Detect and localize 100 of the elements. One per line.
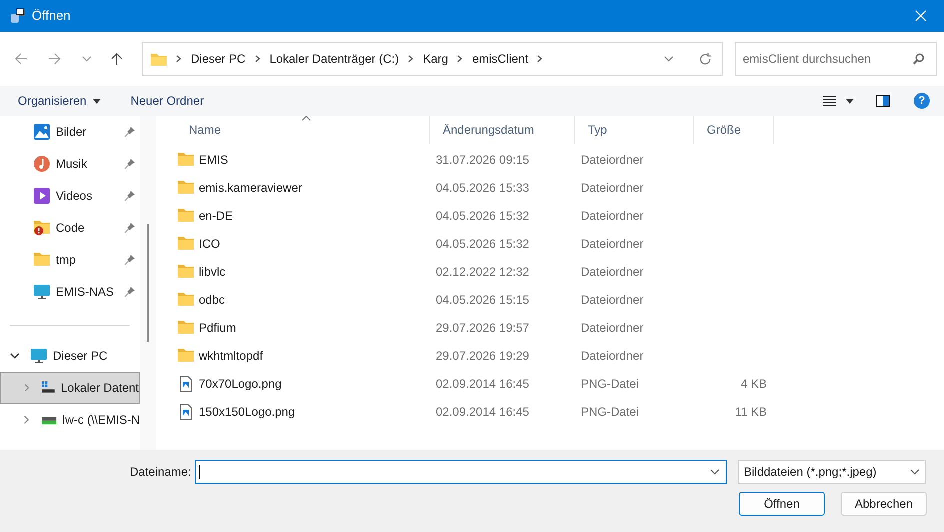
table-cell-text: Dateiordner [580, 293, 644, 307]
caret-icon [92, 98, 101, 104]
tree-item[interactable]: Dieser PC [53, 347, 108, 365]
tree-item-highlight[interactable]: Lokaler Datent [0, 372, 140, 404]
file-name[interactable]: odbc [199, 291, 226, 309]
sidebar-item[interactable]: tmp [56, 251, 124, 269]
music-note-icon [34, 156, 50, 172]
table-cell-text: 11 KB [735, 404, 767, 421]
pin-icon[interactable] [124, 222, 136, 234]
chevron-right-icon[interactable] [537, 55, 544, 63]
folder-icon [151, 52, 167, 66]
table-cell-text: 02.12.2022 12:32 [435, 265, 530, 279]
folder-icon [178, 208, 194, 224]
video-icon [34, 188, 50, 204]
tree-item[interactable]: lw-c (\\EMIS-N [62, 411, 140, 429]
drive-icon [42, 380, 55, 396]
window-title: Öffnen [32, 7, 71, 26]
sidebar-item[interactable]: Bilder [56, 123, 124, 141]
caret-icon[interactable] [846, 98, 854, 104]
sort-up-icon [302, 116, 311, 121]
pin-icon[interactable] [124, 158, 136, 170]
chevron-right-icon[interactable] [176, 55, 182, 63]
folder-icon [178, 152, 194, 168]
preview-pane-icon[interactable] [876, 95, 890, 107]
table-cell-text: Dateiordner [580, 349, 644, 363]
text-cursor [199, 465, 200, 479]
file-name[interactable]: en-DE [199, 207, 234, 225]
file-name[interactable]: emis.kameraviewer [199, 179, 302, 197]
picture-icon [34, 124, 50, 140]
pin-icon[interactable] [124, 254, 136, 266]
file-name[interactable]: Pdfium [199, 319, 236, 337]
cancel-button[interactable]: Abbrechen [841, 492, 927, 516]
tree-item[interactable]: Lokaler Datent [60, 379, 139, 397]
view-list-icon[interactable] [823, 96, 836, 106]
column-header[interactable]: Name [176, 116, 430, 144]
file-name[interactable]: 150x150Logo.png [199, 403, 296, 421]
filename-field[interactable] [195, 460, 727, 484]
column-header[interactable]: Größe [694, 116, 774, 144]
forward-icon[interactable] [48, 52, 62, 66]
folder-icon [178, 320, 194, 336]
pin-icon[interactable] [124, 190, 136, 202]
sidebar-item[interactable]: Videos [56, 187, 124, 205]
file-name[interactable]: 70x70Logo.png [199, 375, 282, 393]
table-cell-text: 4 KB [740, 376, 767, 393]
search-icon [913, 53, 925, 65]
breadcrumb[interactable]: Lokaler Datenträger (C:) [270, 50, 400, 68]
table-cell-text: Dateiordner [580, 209, 644, 223]
image-file-icon [178, 376, 194, 392]
folder-icon [178, 236, 194, 252]
table-cell-text: 02.09.2014 16:45 [435, 405, 530, 419]
folder-warning-icon [34, 220, 50, 236]
table-cell-text: Dateiordner [580, 265, 644, 279]
chevron-right-icon[interactable] [408, 55, 414, 63]
breadcrumb[interactable]: Karg [423, 50, 448, 68]
address-bar[interactable]: Dieser PC Lokaler Datenträger (C:) Karg emisClient [142, 42, 723, 76]
pin-icon[interactable] [124, 286, 136, 298]
folder-icon [178, 264, 194, 280]
close-icon [915, 10, 927, 22]
table-cell-text: PNG-Datei [580, 377, 640, 391]
chevron-right-icon[interactable] [457, 55, 464, 63]
file-name[interactable]: libvlc [199, 263, 226, 281]
table-cell-text: 29.07.2026 19:29 [435, 349, 530, 363]
file-name[interactable]: wkhtmltopdf [199, 347, 264, 365]
organize-button[interactable]: Organisieren [18, 92, 101, 110]
file-name[interactable]: EMIS [199, 151, 228, 169]
new-folder-button[interactable]: Neuer Ordner [130, 92, 204, 110]
folder-icon [178, 348, 194, 364]
table-cell-text: Dateiordner [580, 237, 644, 251]
help-button[interactable]: ? [914, 93, 930, 109]
pin-icon[interactable] [124, 126, 136, 138]
chevron-down-icon [910, 467, 920, 477]
table-cell-text: Dateiordner [580, 181, 644, 195]
column-header[interactable]: Änderungsdatum [430, 116, 575, 144]
refresh-icon[interactable] [699, 52, 712, 66]
sidebar-item[interactable]: EMIS-NAS [56, 283, 124, 301]
table-cell-text: 31.07.2026 09:15 [435, 153, 530, 167]
search-field[interactable]: emisClient durchsuchen [735, 42, 937, 76]
folder-icon [178, 292, 194, 308]
table-cell-text: 29.07.2026 19:57 [435, 321, 530, 335]
table-cell-text: Dateiordner [580, 321, 644, 335]
table-cell-text: 04.05.2026 15:15 [435, 293, 530, 307]
back-icon[interactable] [14, 52, 28, 66]
file-type-dropdown[interactable]: Bilddateien (*.png;*.jpeg) [738, 460, 926, 484]
chevron-down-icon[interactable] [10, 351, 20, 361]
chevron-right-icon[interactable] [254, 55, 261, 63]
up-icon[interactable] [110, 52, 124, 66]
folder-icon [34, 252, 50, 268]
breadcrumb[interactable]: emisClient [472, 50, 528, 68]
filename-label: Dateiname: [130, 464, 192, 481]
open-button[interactable]: Öffnen [739, 492, 825, 516]
breadcrumb[interactable]: Dieser PC [191, 50, 246, 68]
sidebar-item[interactable]: Musik [56, 155, 124, 173]
scrollbar[interactable] [140, 116, 156, 450]
file-name[interactable]: ICO [199, 235, 220, 253]
sidebar-item[interactable]: Code [56, 219, 124, 237]
image-file-icon [178, 404, 194, 420]
table-cell-text: PNG-Datei [580, 405, 640, 419]
column-header[interactable]: Typ [575, 116, 694, 144]
folder-icon [178, 180, 194, 196]
chevron-right-icon[interactable] [22, 415, 32, 425]
